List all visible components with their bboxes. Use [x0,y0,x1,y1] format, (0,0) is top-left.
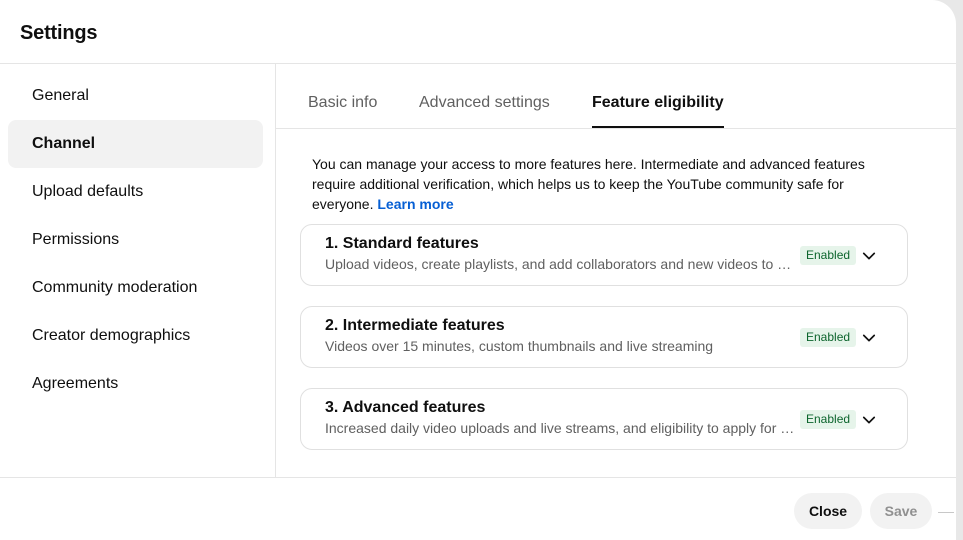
sidebar-item-channel[interactable]: Channel [8,120,263,168]
learn-more-link[interactable]: Learn more [377,196,453,212]
status-badge: Enabled [800,246,857,265]
tab-feature-eligibility[interactable]: Feature eligibility [592,64,724,128]
sidebar-item-permissions[interactable]: Permissions [8,216,263,264]
tab-label: Feature eligibility [592,94,724,111]
footer-divider [0,477,956,478]
save-button[interactable]: Save [870,493,932,529]
chevron-down-icon[interactable] [860,247,878,265]
dialog-title: Settings [20,22,98,44]
feature-eligibility-intro: You can manage your access to more featu… [312,154,872,214]
sidebar-item-upload-defaults[interactable]: Upload defaults [8,168,263,216]
sidebar-item-agreements[interactable]: Agreements [8,360,263,408]
feature-title: 3. Advanced features [325,399,486,416]
sidebar-item-general[interactable]: General [8,72,263,120]
settings-dialog: Settings General Channel Upload defaults… [0,0,956,540]
settings-content: Basic info Advanced settings Feature eli… [276,64,956,477]
chevron-down-icon[interactable] [860,329,878,347]
feature-title: 2. Intermediate features [325,317,505,334]
sidebar-item-creator-demographics[interactable]: Creator demographics [8,312,263,360]
settings-sidebar: General Channel Upload defaults Permissi… [0,64,276,477]
active-tab-indicator [592,126,724,128]
tab-advanced-settings[interactable]: Advanced settings [419,64,550,128]
channel-tabs: Basic info Advanced settings Feature eli… [276,64,956,129]
window-edge-divider [938,512,954,513]
feature-description: Increased daily video uploads and live s… [325,420,795,436]
feature-card-intermediate[interactable]: 2. Intermediate features Videos over 15 … [300,306,908,368]
feature-card-standard[interactable]: 1. Standard features Upload videos, crea… [300,224,908,286]
feature-description: Upload videos, create playlists, and add… [325,256,795,272]
feature-description: Videos over 15 minutes, custom thumbnail… [325,338,714,354]
tab-label: Advanced settings [419,94,550,111]
chevron-down-icon[interactable] [860,411,878,429]
status-badge: Enabled [800,328,857,347]
feature-title: 1. Standard features [325,235,479,252]
feature-card-advanced[interactable]: 3. Advanced features Increased daily vid… [300,388,908,450]
tab-label: Basic info [308,94,378,111]
tab-basic-info[interactable]: Basic info [308,64,377,128]
status-badge: Enabled [800,410,857,429]
close-button[interactable]: Close [794,493,862,529]
sidebar-item-community-moderation[interactable]: Community moderation [8,264,263,312]
